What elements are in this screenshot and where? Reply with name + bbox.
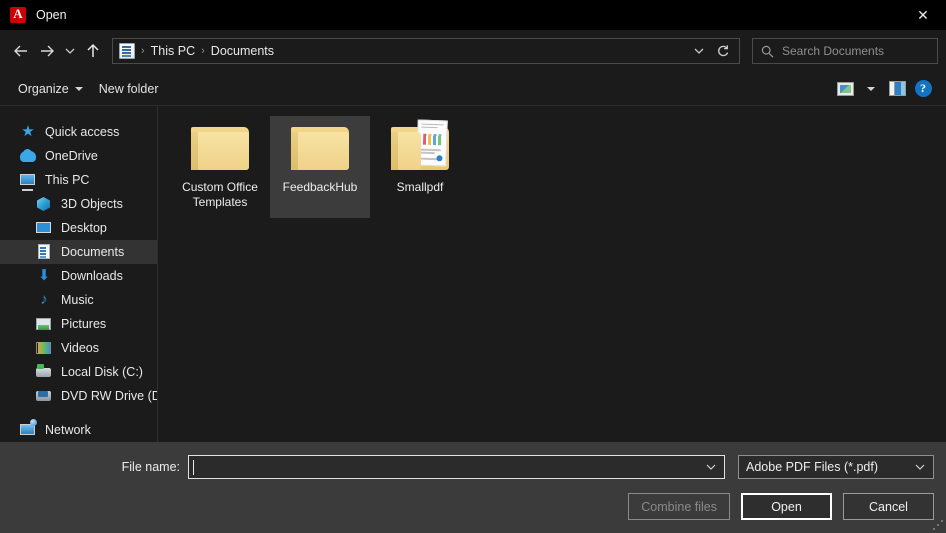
search-box[interactable]: Search Documents xyxy=(752,38,938,64)
refresh-icon[interactable] xyxy=(711,39,735,63)
filename-label: File name: xyxy=(121,460,180,474)
sidebar-item-3d-objects[interactable]: 3D Objects xyxy=(0,192,157,216)
file-item[interactable]: Custom Office Templates xyxy=(170,116,270,218)
organize-label: Organize xyxy=(18,81,69,96)
sidebar-item-pictures[interactable]: Pictures xyxy=(0,312,157,336)
sidebar-item-local-disk[interactable]: Local Disk (C:) xyxy=(0,360,157,384)
new-folder-button[interactable]: New folder xyxy=(91,78,167,100)
combine-files-button: Combine files xyxy=(628,493,730,520)
text-cursor xyxy=(193,459,194,475)
file-item[interactable]: Smallpdf xyxy=(370,116,470,218)
sidebar-item-quick-access[interactable]: ★ Quick access xyxy=(0,120,157,144)
documents-icon xyxy=(36,244,52,260)
sidebar-item-documents[interactable]: Documents xyxy=(0,240,157,264)
filename-dropdown-icon[interactable] xyxy=(700,456,722,478)
preview-pane-icon[interactable] xyxy=(884,76,910,102)
folder-icon xyxy=(391,119,449,170)
filename-row: File name: Adobe PDF Files (*.pdf) xyxy=(0,442,946,479)
window-title: Open xyxy=(36,8,67,22)
file-name-label: FeedbackHub xyxy=(282,180,358,194)
back-button[interactable] xyxy=(8,38,34,64)
documents-folder-icon xyxy=(119,43,135,59)
sidebar-item-label: Desktop xyxy=(61,221,107,235)
close-icon[interactable]: ✕ xyxy=(900,0,946,30)
file-name-label: Smallpdf xyxy=(396,180,444,194)
breadcrumb-this-pc[interactable]: This PC xyxy=(151,44,195,58)
sidebar-item-music[interactable]: ♪ Music xyxy=(0,288,157,312)
new-folder-label: New folder xyxy=(98,81,159,96)
pictures-icon xyxy=(36,316,52,332)
file-type-select[interactable]: Adobe PDF Files (*.pdf) xyxy=(738,455,934,479)
view-icon-glyph xyxy=(836,81,854,96)
organize-button[interactable]: Organize xyxy=(10,78,91,100)
file-list[interactable]: Custom Office Templates FeedbackHub Smal… xyxy=(158,106,946,442)
sidebar-item-downloads[interactable]: ⬇ Downloads xyxy=(0,264,157,288)
resize-grip[interactable] xyxy=(932,519,943,530)
content-area: ★ Quick access OneDrive This PC 3D Objec… xyxy=(0,106,946,442)
sidebar-item-label: Quick access xyxy=(45,125,120,139)
view-options-icon[interactable] xyxy=(832,76,858,102)
folder-icon xyxy=(291,124,349,170)
desktop-icon xyxy=(36,220,52,236)
adobe-acrobat-icon xyxy=(10,6,26,23)
help-icon: ? xyxy=(914,80,932,97)
sidebar-item-label: Videos xyxy=(61,341,99,355)
download-icon: ⬇ xyxy=(37,267,51,284)
navigation-sidebar[interactable]: ★ Quick access OneDrive This PC 3D Objec… xyxy=(0,106,158,442)
navigation-bar: › This PC › Documents Search Documents xyxy=(0,30,946,72)
title-bar: Open ✕ xyxy=(0,0,946,30)
recent-locations-button[interactable] xyxy=(60,38,80,64)
open-button[interactable]: Open xyxy=(741,493,832,520)
up-button[interactable] xyxy=(80,38,106,64)
folder-icon xyxy=(191,124,249,170)
sidebar-item-label: DVD RW Drive (D:) D xyxy=(61,389,157,403)
address-bar[interactable]: › This PC › Documents xyxy=(112,38,740,64)
sidebar-item-label: OneDrive xyxy=(45,149,98,163)
dialog-footer: File name: Adobe PDF Files (*.pdf) Combi… xyxy=(0,442,946,533)
sidebar-item-label: This PC xyxy=(45,173,90,187)
chevron-down-icon xyxy=(74,86,83,91)
dvd-drive-icon xyxy=(36,388,52,404)
sidebar-item-label: Network xyxy=(45,423,91,437)
cube-icon xyxy=(36,196,52,212)
sidebar-item-dvd-drive[interactable]: DVD RW Drive (D:) D xyxy=(0,384,157,408)
sidebar-item-label: Documents xyxy=(61,245,125,259)
sidebar-item-label: Music xyxy=(61,293,94,307)
filename-input[interactable] xyxy=(188,455,725,479)
help-button[interactable]: ? xyxy=(910,76,936,102)
file-name-label: Custom Office Templates xyxy=(182,180,258,209)
toolbar: Organize New folder ? xyxy=(0,72,946,106)
search-input[interactable]: Search Documents xyxy=(782,44,884,58)
breadcrumb-documents[interactable]: Documents xyxy=(211,44,274,58)
sidebar-item-network[interactable]: Network xyxy=(0,418,157,442)
preview-pane-glyph xyxy=(888,81,906,96)
sidebar-item-onedrive[interactable]: OneDrive xyxy=(0,144,157,168)
computer-icon xyxy=(20,172,36,188)
view-dropdown-icon[interactable] xyxy=(858,76,884,102)
hard-disk-icon xyxy=(36,364,52,380)
chevron-down-icon[interactable] xyxy=(687,39,711,63)
sidebar-item-desktop[interactable]: Desktop xyxy=(0,216,157,240)
sidebar-item-label: Downloads xyxy=(61,269,123,283)
star-icon: ★ xyxy=(21,123,35,140)
sidebar-item-videos[interactable]: Videos xyxy=(0,336,157,360)
file-type-value: Adobe PDF Files (*.pdf) xyxy=(746,460,878,474)
sidebar-item-label: Pictures xyxy=(61,317,107,331)
sidebar-item-this-pc[interactable]: This PC xyxy=(0,168,157,192)
videos-icon xyxy=(36,340,52,356)
search-icon xyxy=(761,45,774,58)
sidebar-item-label: Local Disk (C:) xyxy=(61,365,143,379)
breadcrumb-separator: › xyxy=(141,45,145,57)
cloud-icon xyxy=(20,148,36,164)
sidebar-item-label: 3D Objects xyxy=(61,197,123,211)
file-item[interactable]: FeedbackHub xyxy=(270,116,370,218)
forward-button[interactable] xyxy=(34,38,60,64)
chevron-down-icon xyxy=(867,86,875,91)
chevron-down-icon[interactable] xyxy=(909,456,931,478)
cancel-button[interactable]: Cancel xyxy=(843,493,934,520)
breadcrumb-separator: › xyxy=(201,45,205,57)
dialog-buttons: Combine files Open Cancel xyxy=(0,479,946,520)
network-icon xyxy=(20,422,36,438)
music-icon: ♪ xyxy=(40,291,48,308)
